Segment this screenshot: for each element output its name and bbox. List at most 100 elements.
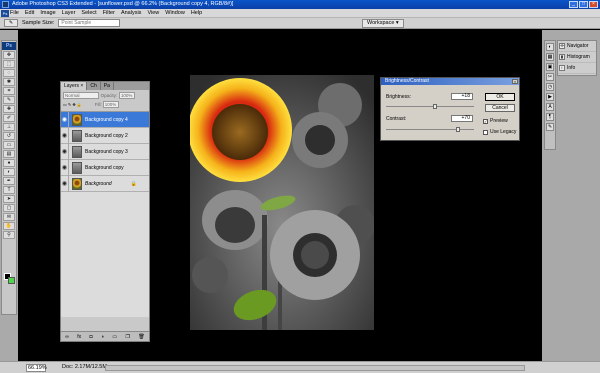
navigator-panel-button[interactable]: ✣ Navigator xyxy=(558,41,596,52)
layer-row[interactable]: ◉ Background 🔒 xyxy=(61,175,149,192)
brightness-contrast-dialog: Brightness/Contrast × Brightness: +18 Co… xyxy=(380,77,520,141)
layer-row[interactable]: ◉ Background copy xyxy=(61,159,149,176)
opacity-input[interactable]: 100% xyxy=(118,92,135,99)
histogram-panel-button[interactable]: ▮ Histogram xyxy=(558,52,596,63)
cancel-button[interactable]: Cancel xyxy=(485,104,515,112)
eraser-tool-icon[interactable]: ▭ xyxy=(3,141,15,149)
menu-help[interactable]: Help xyxy=(191,10,202,16)
maximize-button[interactable]: □ xyxy=(579,1,588,8)
menu-filter[interactable]: Filter xyxy=(103,10,115,16)
layer-thumbnail xyxy=(72,177,82,190)
contrast-input[interactable]: +70 xyxy=(451,115,473,122)
tab-layers[interactable]: Layers × xyxy=(61,82,88,90)
navigator-label: Navigator xyxy=(567,43,589,49)
workspace-button[interactable]: Workspace ▾ xyxy=(362,19,404,28)
eyedropper-tool-icon[interactable]: ✎ xyxy=(3,96,15,104)
layer-mask-icon[interactable]: ◘ xyxy=(89,334,92,340)
minimize-button[interactable]: _ xyxy=(569,1,578,8)
contrast-slider-handle[interactable] xyxy=(456,127,460,132)
contrast-slider-track[interactable] xyxy=(386,129,474,130)
visibility-eye-icon[interactable]: ◉ xyxy=(61,175,69,192)
crop-tool-icon[interactable]: ⌗ xyxy=(3,87,15,95)
fill-input[interactable]: 100% xyxy=(102,101,119,108)
ps-menu-icon[interactable]: Ps xyxy=(1,10,9,17)
use-legacy-checkbox[interactable]: Use Legacy xyxy=(483,129,516,135)
menu-layer[interactable]: Layer xyxy=(62,10,76,16)
info-panel-button[interactable]: i Info xyxy=(558,63,596,74)
history-panel-icon[interactable]: ◷ xyxy=(546,83,554,91)
character-panel-icon[interactable]: A xyxy=(546,103,554,111)
zoom-level-input[interactable]: 66.19% xyxy=(26,364,47,372)
visibility-eye-icon[interactable]: ◉ xyxy=(61,143,69,160)
document-size: Doc: 2.17M/12.5M xyxy=(62,364,107,370)
ok-button[interactable]: OK xyxy=(485,93,515,101)
brightness-input[interactable]: +18 xyxy=(451,93,473,100)
use-legacy-label: Use Legacy xyxy=(490,129,517,135)
adjustment-layer-icon[interactable]: ◑ xyxy=(101,334,104,340)
layer-row[interactable]: ◉ Background copy 4 xyxy=(61,111,149,128)
layer-row[interactable]: ◉ Background copy 3 xyxy=(61,143,149,160)
zoom-tool-icon[interactable]: ⚲ xyxy=(3,231,15,239)
brightness-slider-handle[interactable] xyxy=(433,104,437,109)
lasso-tool-icon[interactable]: ◌ xyxy=(3,69,15,77)
brushes-panel-icon[interactable]: ✎ xyxy=(546,123,554,131)
menu-file[interactable]: File xyxy=(10,10,19,16)
dodge-tool-icon[interactable]: ◐ xyxy=(3,168,15,176)
blur-tool-icon[interactable]: ● xyxy=(3,159,15,167)
layer-name: Background copy xyxy=(85,164,124,171)
preview-checkbox[interactable]: ✓ Preview xyxy=(483,118,508,124)
menu-select[interactable]: Select xyxy=(81,10,96,16)
hand-tool-icon[interactable]: ✋ xyxy=(3,222,15,230)
menu-window[interactable]: Window xyxy=(165,10,185,16)
visibility-eye-icon[interactable]: ◉ xyxy=(61,159,69,176)
background-color-swatch[interactable] xyxy=(8,277,15,284)
gradient-tool-icon[interactable]: ▤ xyxy=(3,150,15,158)
swatches-panel-icon[interactable]: ▦ xyxy=(546,53,554,61)
actions-panel-icon[interactable]: ▶ xyxy=(546,93,554,101)
new-layer-icon[interactable]: ❐ xyxy=(126,334,130,340)
type-tool-icon[interactable]: T xyxy=(3,186,15,194)
layer-style-icon[interactable]: fx xyxy=(77,334,81,340)
brightness-slider-track[interactable] xyxy=(386,106,474,107)
sample-size-select[interactable]: Point Sample xyxy=(58,19,121,27)
marquee-tool-icon[interactable]: ⬚ xyxy=(3,60,15,68)
eyedropper-tool-preset-icon[interactable]: ✎ xyxy=(4,19,18,27)
lock-icons[interactable]: ▭ ✎ ✥ 🔒 xyxy=(63,102,82,107)
blend-mode-select[interactable]: Normal xyxy=(63,92,99,99)
clone-stamp-icon[interactable]: ⊥ xyxy=(3,123,15,131)
healing-brush-icon[interactable]: ✚ xyxy=(3,105,15,113)
visibility-eye-icon[interactable]: ◉ xyxy=(61,111,69,128)
tools-panel-icon[interactable]: ✂ xyxy=(546,73,554,81)
tab-channels[interactable]: Ch xyxy=(87,82,101,90)
notes-tool-icon[interactable]: ✉ xyxy=(3,213,15,221)
history-brush-icon[interactable]: ↺ xyxy=(3,132,15,140)
path-select-icon[interactable]: ➤ xyxy=(3,195,15,203)
menu-analysis[interactable]: Analysis xyxy=(121,10,141,16)
info-icon: i xyxy=(559,65,565,71)
delete-layer-icon[interactable]: 🗑 xyxy=(138,334,144,340)
sample-size-label: Sample Size: xyxy=(22,20,55,26)
shape-tool-icon[interactable]: ▢ xyxy=(3,204,15,212)
visibility-eye-icon[interactable]: ◉ xyxy=(61,127,69,144)
menu-image[interactable]: Image xyxy=(40,10,55,16)
close-button[interactable]: × xyxy=(589,1,598,8)
styles-panel-icon[interactable]: ▣ xyxy=(546,63,554,71)
sunflower-image[interactable] xyxy=(190,75,374,330)
tab-paths[interactable]: Pa xyxy=(101,82,114,90)
dialog-close-icon[interactable]: × xyxy=(512,79,518,84)
paragraph-panel-icon[interactable]: ¶ xyxy=(546,113,554,121)
menu-view[interactable]: View xyxy=(147,10,159,16)
brush-tool-icon[interactable]: ✐ xyxy=(3,114,15,122)
new-group-icon[interactable]: ▭ xyxy=(112,334,117,340)
pen-tool-icon[interactable]: ✒ xyxy=(3,177,15,185)
move-tool-icon[interactable]: ✥ xyxy=(3,51,15,59)
color-panel-icon[interactable]: ◐ xyxy=(546,43,554,51)
lock-icon: 🔒 xyxy=(130,180,137,187)
legacy-check-box[interactable] xyxy=(483,129,488,135)
preview-check-icon[interactable]: ✓ xyxy=(483,118,488,124)
link-layers-icon[interactable]: ∞ xyxy=(65,334,69,340)
layer-row[interactable]: ◉ Background copy 2 xyxy=(61,127,149,144)
menu-edit[interactable]: Edit xyxy=(25,10,34,16)
horizontal-scrollbar[interactable] xyxy=(105,365,525,371)
quick-select-tool-icon[interactable]: ✱ xyxy=(3,78,15,86)
